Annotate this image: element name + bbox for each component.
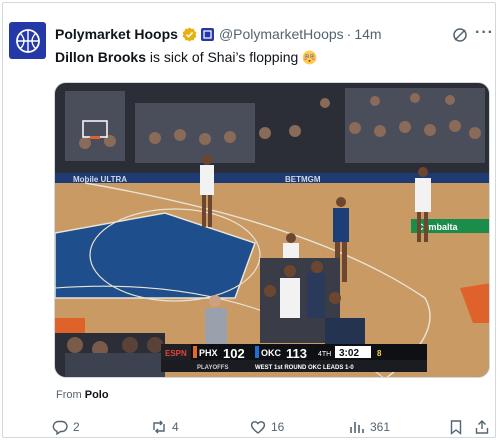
svg-text:BETMGM: BETMGM bbox=[285, 175, 321, 184]
tweet-text: Dillon Brooks is sick of Shai’s flopping bbox=[55, 49, 317, 65]
team1-abbr: PHX bbox=[199, 348, 218, 358]
game-clock: 3:02 bbox=[339, 348, 359, 359]
views-count: 361 bbox=[370, 420, 391, 434]
playoffs-label: PLAYOFFS bbox=[197, 365, 228, 371]
reply-button[interactable]: 2 bbox=[52, 418, 80, 436]
tweet-actions: 2 4 16 361 bbox=[52, 418, 492, 436]
author-handle[interactable]: @PolymarketHoops bbox=[219, 26, 344, 42]
media-attribution: From Polo bbox=[56, 389, 109, 401]
repost-icon bbox=[153, 420, 165, 434]
verified-badge-icon bbox=[182, 26, 197, 42]
share-button[interactable] bbox=[474, 418, 490, 436]
heart-icon bbox=[250, 421, 266, 434]
basketball-game-frame: Mobile ULTRA BETMGM Cymbalta ESPN PHX 10… bbox=[55, 83, 489, 377]
affiliate-badge-icon bbox=[200, 27, 214, 41]
reply-icon bbox=[52, 420, 68, 435]
tweet-header: Polymarket Hoops @PolymarketHoops · 14m bbox=[55, 24, 382, 44]
series-info: WEST 1st ROUND OKC LEADS 1-0 bbox=[255, 365, 354, 371]
repost-button[interactable]: 4 bbox=[151, 418, 179, 436]
flushed-emoji-icon bbox=[302, 49, 317, 65]
views-chart-icon bbox=[350, 422, 364, 433]
bookmark-button[interactable] bbox=[448, 418, 464, 436]
author-name[interactable]: Polymarket Hoops bbox=[55, 26, 178, 42]
bookmark-icon bbox=[450, 420, 462, 435]
timestamp[interactable]: 14m bbox=[354, 26, 381, 42]
like-button[interactable]: 16 bbox=[250, 418, 284, 436]
svg-text:Cymbalta: Cymbalta bbox=[417, 222, 459, 232]
video-media[interactable]: Mobile ULTRA BETMGM Cymbalta ESPN PHX 10… bbox=[54, 82, 490, 378]
more-options-icon[interactable]: ··· bbox=[475, 24, 494, 42]
basketball-logo-icon bbox=[15, 28, 40, 53]
tweet-text-mention: Dillon Brooks bbox=[55, 49, 147, 65]
shot-clock: 8 bbox=[377, 349, 382, 358]
from-label: From bbox=[56, 389, 82, 401]
views-button[interactable]: 361 bbox=[349, 418, 390, 436]
from-source-link[interactable]: Polo bbox=[85, 389, 109, 401]
tweet-text-body: is sick of Shai’s flopping bbox=[146, 49, 299, 65]
like-count: 16 bbox=[271, 420, 285, 434]
team1-score: 102 bbox=[223, 346, 245, 361]
separator-dot: · bbox=[346, 26, 352, 42]
share-icon bbox=[475, 420, 489, 434]
repost-count: 4 bbox=[172, 420, 179, 434]
game-period: 4TH bbox=[318, 351, 331, 358]
avatar[interactable] bbox=[9, 22, 46, 59]
grok-icon[interactable] bbox=[452, 27, 468, 43]
team2-score: 113 bbox=[286, 346, 307, 361]
svg-text:Mobile ULTRA: Mobile ULTRA bbox=[73, 175, 127, 184]
network-logo: ESPN bbox=[165, 349, 187, 358]
reply-count: 2 bbox=[73, 420, 80, 434]
team2-abbr: OKC bbox=[261, 348, 282, 358]
score-bug: ESPN PHX 102 OKC 113 4TH 3:02 8 PLAYOFFS… bbox=[161, 344, 427, 372]
